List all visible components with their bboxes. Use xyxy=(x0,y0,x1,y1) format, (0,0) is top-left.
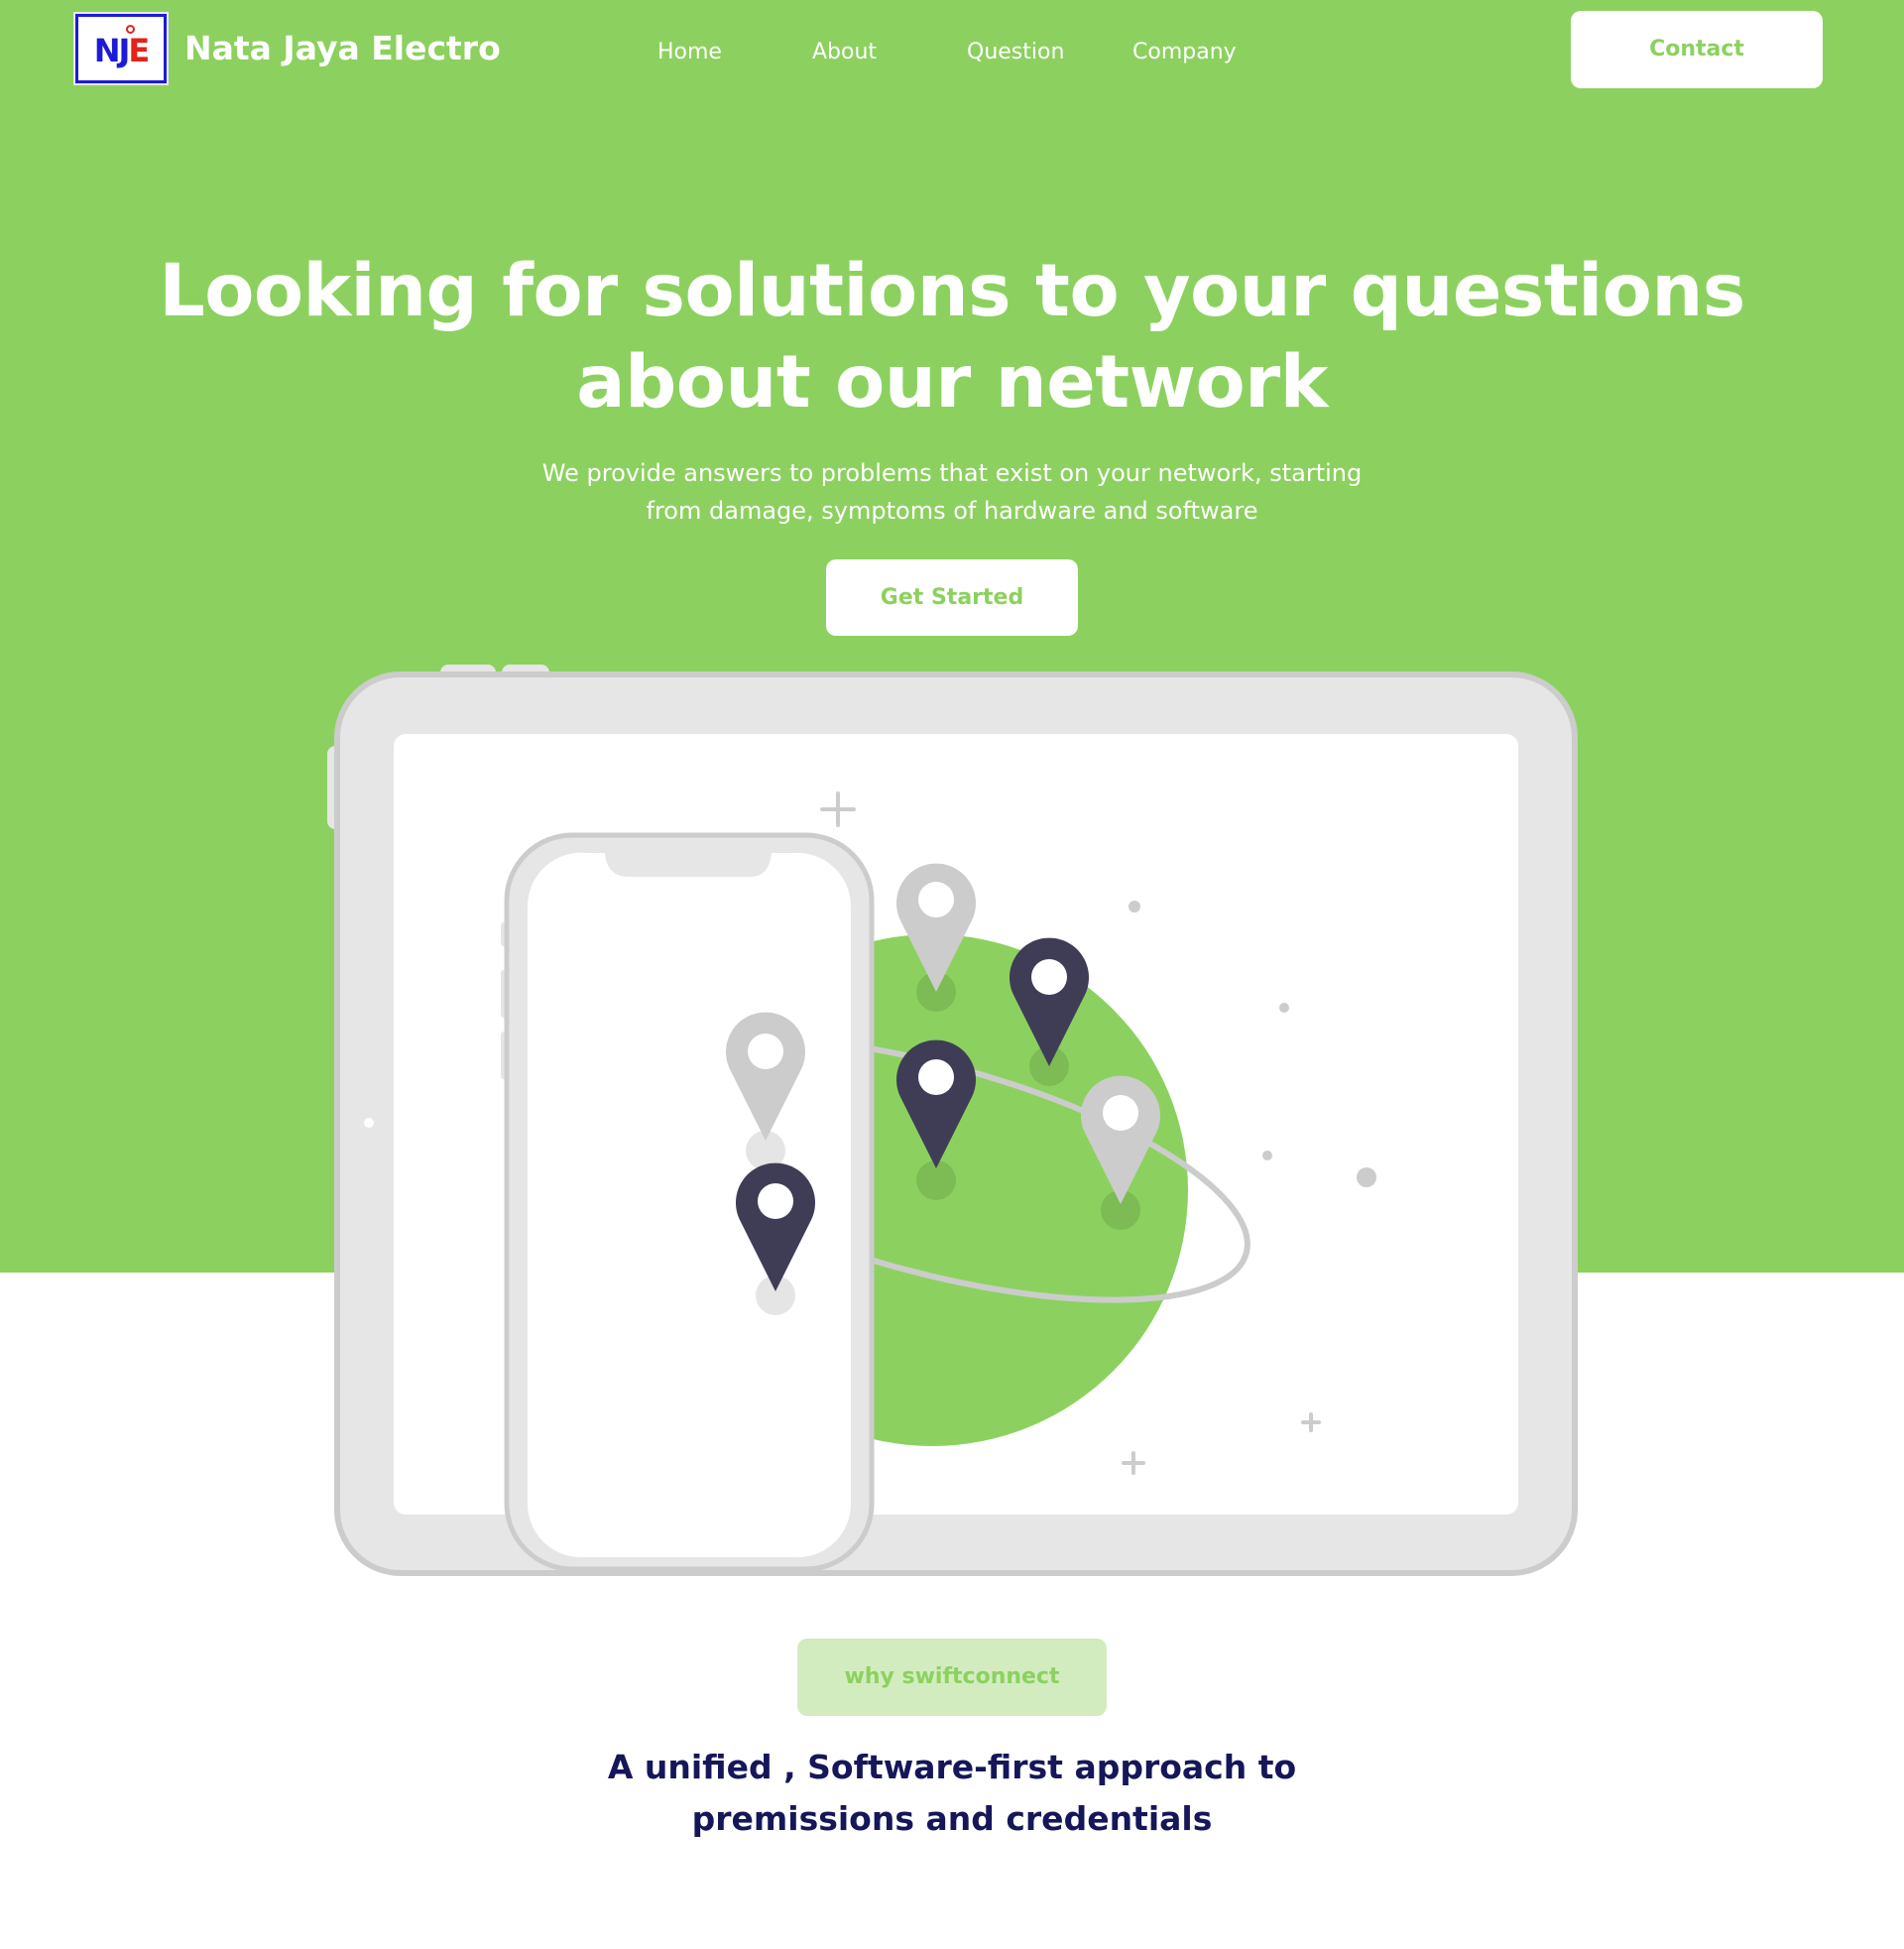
section-title: A unified , Software-first approach to p… xyxy=(555,1742,1349,1845)
contact-button[interactable]: Contact xyxy=(1571,11,1823,88)
brand-name[interactable]: Nata Jaya Electro xyxy=(184,26,501,71)
logo-letters-blue: NJ xyxy=(93,32,131,69)
phone-speaker-icon xyxy=(666,857,704,863)
hero-subtitle: We provide answers to problems that exis… xyxy=(456,454,1448,530)
section-title-line-1: A unified , Software-first approach to xyxy=(607,1748,1297,1786)
phone-camera-icon xyxy=(717,857,723,863)
hero-title-line-2: about our network xyxy=(576,340,1328,425)
hero-title: Looking for solutions to your questions … xyxy=(159,246,1745,428)
section-title-line-2: premissions and credentials xyxy=(691,1799,1213,1838)
logo[interactable]: NJE xyxy=(75,14,167,83)
nav-link-home[interactable]: Home xyxy=(657,36,722,69)
hero-subtitle-line-2: from damage, symptoms of hardware and so… xyxy=(646,497,1258,525)
nav-link-company[interactable]: Company xyxy=(1132,36,1237,69)
section-tag: why swiftconnect xyxy=(797,1639,1107,1716)
get-started-button[interactable]: Get Started xyxy=(826,559,1078,636)
hero-title-line-1: Looking for solutions to your questions xyxy=(159,249,1745,333)
logo-letters-red: E xyxy=(128,32,150,69)
tablet-camera-icon xyxy=(364,1118,374,1128)
network-illustration xyxy=(327,665,1578,1576)
hero-subtitle-line-1: We provide answers to problems that exis… xyxy=(541,459,1363,487)
nav-link-question[interactable]: Question xyxy=(967,36,1064,69)
logo-mark: NJE xyxy=(78,31,164,70)
nav-link-about[interactable]: About xyxy=(812,36,877,69)
